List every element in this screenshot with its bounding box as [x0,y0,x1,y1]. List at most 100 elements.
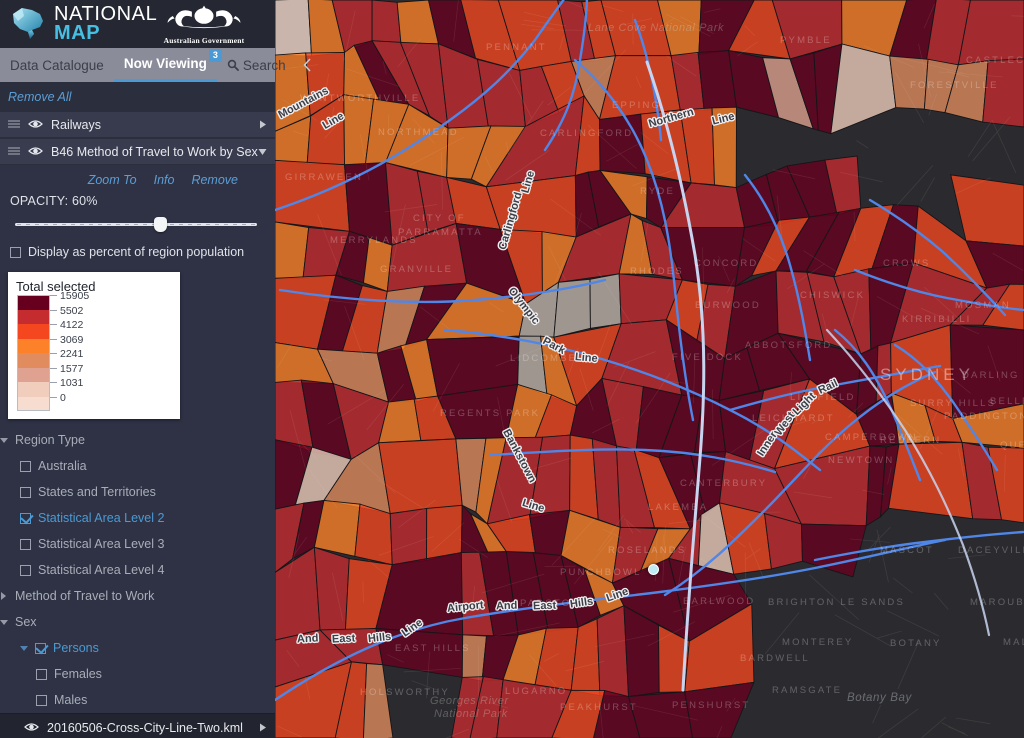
tree-node-sex[interactable]: Sex [0,609,275,635]
zoom-to-button[interactable]: Zoom To [88,173,137,187]
legend-item: 2241 [17,349,172,368]
remove-all-row: Remove All [0,82,275,111]
brand-text: NATIONAL MAP [54,4,157,44]
checkbox-box-icon [20,486,31,498]
legend-tick [50,338,57,340]
tree-node-region-type[interactable]: Region Type [0,427,275,453]
map-canvas[interactable]: SYDNEY GIRRAWEEN CITY OF PARRAMATTA NORTHMEA… [275,0,1024,738]
region-option-statistical-area-level-3[interactable]: Statistical Area Level 3 [0,531,275,557]
region-option-statistical-area-level-2[interactable]: Statistical Area Level 2 [0,505,275,531]
national-map-logo-icon [13,8,43,39]
drag-handle-icon[interactable] [7,143,21,161]
region-type-options: Australia States and Territories Statistic… [0,453,275,583]
legend-tick [50,295,57,296]
tab-now-viewing-label: Now Viewing [123,56,207,71]
collapse-layer-b46-icon[interactable] [258,143,267,161]
legend-swatch [17,367,50,382]
left-sidebar-panel: NATIONAL MAP Australian Government Data … [0,0,311,738]
visibility-eye-icon[interactable] [28,116,43,134]
legend-value: 1031 [60,377,84,389]
tab-now-viewing[interactable]: Now Viewing 3 [113,48,222,82]
legend-container: Total selected 15905 5502 4122 3069 2241 1577… [0,259,275,419]
expand-layer-kml-icon[interactable] [259,719,267,737]
legend-tick [50,324,57,325]
region-option-label: Statistical Area Level 3 [38,537,165,551]
percent-toggle-row: Display as percent of region population [0,231,275,259]
method-of-travel-label: Method of Travel to Work [15,589,155,603]
legend-item: 3069 [17,334,172,353]
info-button[interactable]: Info [154,173,175,187]
layer-name-b46: B46 Method of Travel to Work by Sex [51,144,258,159]
opacity-slider[interactable] [15,217,257,232]
layer-name-railways: Railways [51,117,102,132]
drag-handle-icon[interactable] [7,116,21,134]
region-option-label: Australia [38,459,87,473]
tab-data-catalogue[interactable]: Data Catalogue [0,48,114,82]
tree-node-method-of-travel[interactable]: Method of Travel to Work [0,583,275,609]
brand-bar: NATIONAL MAP Australian Government [0,0,275,48]
tab-search[interactable]: Search [217,48,296,82]
legend-swatch [17,295,50,310]
remove-button[interactable]: Remove [191,173,238,187]
males-label: Males [54,693,88,707]
visibility-eye-icon[interactable] [24,719,39,737]
layer-name-kml: 20160506-Cross-City-Line-Two.kml [47,720,243,735]
checkbox-box-icon [36,668,47,680]
collapse-panel-button[interactable] [296,48,323,82]
layer-row-railways[interactable]: Railways [0,111,275,138]
chevron-down-icon [20,644,29,653]
legend-title: Total selected [16,279,96,294]
legend-tick [50,367,57,369]
tab-search-label: Search [242,57,286,73]
legend-tick [50,309,57,311]
display-as-percent-checkbox[interactable]: Display as percent of region population [10,245,275,259]
checkbox-box-icon [20,538,31,550]
females-label: Females [54,667,102,681]
visibility-eye-icon[interactable] [28,143,43,161]
legend-item: 4122 [17,320,172,339]
checkbox-box-icon [10,246,21,258]
legend-item: 15905 [17,291,172,310]
tree-node-persons[interactable]: Persons [0,635,275,661]
chevron-down-icon [0,436,9,445]
legend-swatch [17,382,50,397]
layer-tool-links: Zoom To Info Remove [0,165,275,194]
legend-tick [50,382,57,383]
remove-all-button[interactable]: Remove All [8,90,71,104]
opacity-slider-handle[interactable] [153,217,167,232]
layer-row-kml[interactable]: 20160506-Cross-City-Line-Two.kml [0,713,275,738]
logo[interactable]: NATIONAL MAP [0,4,157,44]
legend-tick [50,396,57,398]
opacity-slider-track [15,223,257,226]
expand-layer-railways-icon[interactable] [259,116,267,134]
tab-data-catalogue-label: Data Catalogue [10,57,104,73]
app-root: NATIONAL MAP Australian Government Data … [0,0,1024,738]
legend-value: 3069 [60,333,84,346]
persons-label: Persons [53,641,99,655]
coat-of-arms-icon [167,5,241,29]
region-option-label: States and Territories [38,485,156,499]
map-point-marker[interactable] [648,564,659,575]
tree-node-males[interactable]: Males [0,687,275,713]
legend-tick [50,353,57,354]
region-option-statistical-area-level-4[interactable]: Statistical Area Level 4 [0,557,275,583]
region-option-australia[interactable]: Australia [0,453,275,479]
opacity-control: OPACITY: 60% [0,194,275,232]
legend-value: 0 [60,391,66,404]
region-option-states-and-territories[interactable]: States and Territories [0,479,275,505]
legend-value: 1577 [60,362,84,375]
chevron-down-icon [0,618,9,627]
chevron-right-icon [0,591,9,601]
tree-node-females[interactable]: Females [0,661,275,687]
legend-item: 5502 [17,305,172,324]
checkbox-box-icon [20,564,31,576]
region-option-label: Statistical Area Level 4 [38,563,165,577]
checkbox-box-icon [36,694,47,706]
layer-row-b46-travel-to-work[interactable]: B46 Method of Travel to Work by Sex [0,138,275,165]
legend-swatch [17,309,50,324]
legend-value: 15905 [60,290,90,302]
brand-line2: MAP [54,22,101,44]
legend-value: 4122 [60,319,84,331]
panel-tab-bar: Data Catalogue Now Viewing 3 Search [0,48,311,82]
opacity-label: OPACITY: 60% [10,194,98,208]
